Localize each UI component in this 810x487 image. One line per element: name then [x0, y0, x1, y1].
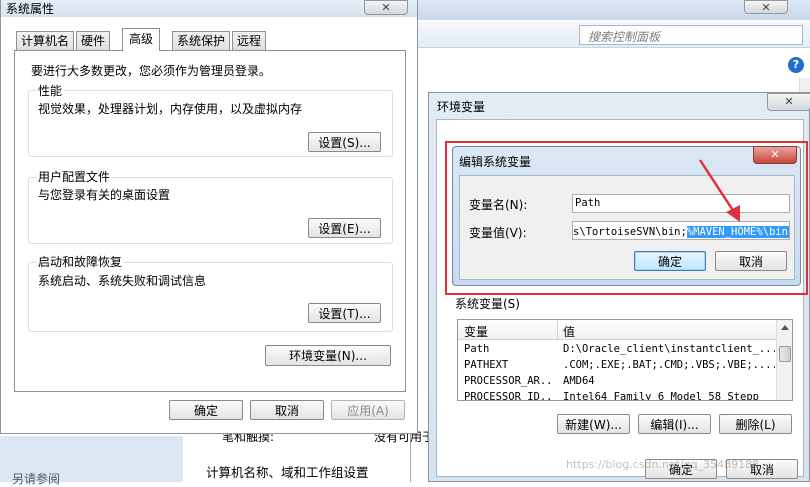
table-row[interactable]: Path D:\Oracle_client\instantclient_... — [458, 343, 776, 358]
tab-advanced[interactable]: 高级 — [122, 28, 161, 51]
edit-variable-title: 编辑系统变量 — [459, 155, 532, 169]
computer-name-section-title: 计算机名称、域和工作组设置 — [206, 465, 369, 480]
tab-remote[interactable]: 远程 — [232, 31, 267, 50]
help-icon[interactable]: ? — [788, 57, 804, 73]
admin-note: 要进行大多数更改，您必须作为管理员登录。 — [31, 64, 272, 78]
annotation-arrow — [698, 159, 740, 222]
row-variable: PROCESSOR_ID... — [464, 391, 554, 401]
edit-variable-cancel-button[interactable]: 取消 — [715, 251, 787, 271]
variable-name-input[interactable]: Path — [575, 197, 600, 209]
system-properties-ok-button[interactable]: 确定 — [169, 400, 243, 420]
startup-recovery-group-title: 启动和故障恢复 — [36, 253, 125, 270]
system-properties-window: 系统属性 ✕ 计算机名 硬件 高级 系统保护 远程 要进行大多数更改，您必须作为… — [0, 0, 418, 434]
table-row[interactable]: PATHEXT .COM;.EXE;.BAT;.CMD;.VBS;.VBE;..… — [458, 359, 776, 374]
scroll-thumb[interactable] — [779, 346, 791, 362]
scroll-up-arrow-icon[interactable] — [781, 325, 789, 330]
system-properties-cancel-button[interactable]: 取消 — [250, 400, 324, 420]
delete-variable-button[interactable]: 删除(L) — [719, 414, 792, 434]
system-properties-close-button[interactable]: ✕ — [364, 0, 408, 15]
row-value: .COM;.EXE;.BAT;.CMD;.VBS;.VBE;.... — [563, 359, 775, 371]
system-properties-apply-button[interactable]: 应用(A) — [331, 400, 405, 420]
column-header-variable[interactable]: 变量 — [464, 323, 488, 340]
user-profiles-desc: 与您登录有关的桌面设置 — [38, 188, 171, 202]
system-properties-titlebar — [1, 0, 417, 17]
variable-value-prefix: s\TortoiseSVN\bin; — [573, 226, 687, 238]
column-header-value[interactable]: 值 — [563, 323, 575, 340]
row-value: D:\Oracle_client\instantclient_... — [563, 343, 775, 355]
watermark: https://blog.csdn.net/qq_35489188 — [566, 458, 760, 471]
search-input[interactable]: 搜索控制面板 — [588, 28, 660, 45]
user-profiles-group-title: 用户配置文件 — [36, 168, 113, 185]
performance-desc: 视觉效果，处理器计划，内存使用，以及虚拟内存 — [38, 102, 303, 116]
environment-variables-close-button[interactable]: ✕ — [767, 93, 810, 111]
new-variable-button[interactable]: 新建(W)... — [557, 414, 630, 434]
annotation-arrow-head — [726, 205, 740, 222]
search-field[interactable]: 搜索控制面板 — [579, 25, 803, 45]
tab-computer-name[interactable]: 计算机名 — [16, 31, 75, 50]
user-profiles-settings-button[interactable]: 设置(E)... — [308, 218, 381, 238]
tab-system-protection[interactable]: 系统保护 — [172, 31, 231, 50]
startup-recovery-desc: 系统启动、系统失败和调试信息 — [38, 274, 207, 288]
system-variables-table[interactable]: 变量 值 Path D:\Oracle_client\instantclient… — [457, 319, 793, 401]
row-variable: PROCESSOR_AR... — [464, 375, 554, 387]
control-panel-close-button[interactable]: ✕ — [744, 0, 788, 14]
row-value: AMD64 — [563, 375, 595, 387]
table-header-divider — [557, 320, 558, 340]
system-variables-label: 系统变量(S) — [455, 297, 520, 311]
tab-hardware[interactable]: 硬件 — [76, 31, 111, 50]
environment-variables-title: 环境变量 — [437, 100, 486, 114]
variable-name-label: 变量名(N): — [469, 198, 528, 212]
annotation-arrow-shaft — [698, 159, 736, 213]
environment-variables-button[interactable]: 环境变量(N)... — [265, 345, 391, 366]
see-also-label: 另请参阅 — [12, 472, 61, 486]
edit-variable-button[interactable]: 编辑(I)... — [638, 414, 711, 434]
row-variable: Path — [464, 343, 490, 355]
table-header — [458, 320, 792, 340]
table-row[interactable]: PROCESSOR_ID... Intel64 Family 6 Model 5… — [458, 391, 776, 401]
edit-variable-ok-button[interactable]: 确定 — [634, 251, 706, 271]
table-scrollbar[interactable] — [776, 320, 792, 400]
row-value: Intel64 Family 6 Model 58 Stepp — [563, 391, 759, 401]
performance-group-title: 性能 — [36, 82, 65, 99]
variable-value-label: 变量值(V): — [469, 226, 527, 240]
performance-settings-button[interactable]: 设置(S)... — [308, 132, 381, 152]
startup-recovery-settings-button[interactable]: 设置(T)... — [308, 303, 381, 323]
table-row[interactable]: PROCESSOR_AR... AMD64 — [458, 375, 776, 390]
system-properties-title: 系统属性 — [6, 2, 55, 16]
row-variable: PATHEXT — [464, 359, 509, 371]
